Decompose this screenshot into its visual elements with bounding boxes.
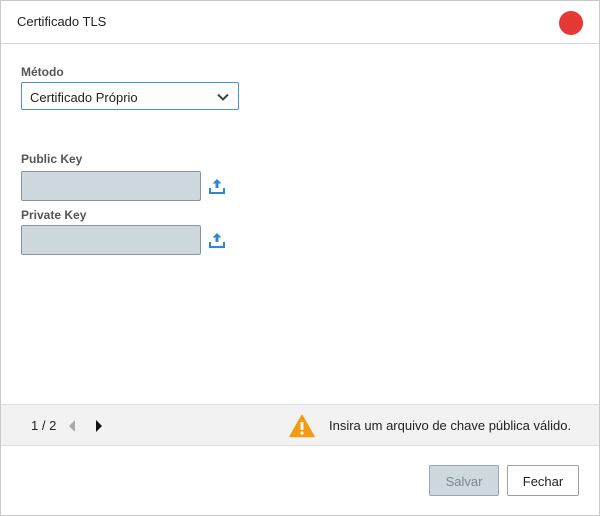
prev-page-icon[interactable] — [67, 419, 77, 433]
private-key-field[interactable] — [21, 225, 201, 255]
private-key-input[interactable] — [22, 226, 200, 254]
warning-icon — [289, 414, 315, 438]
page-indicator: 1 / 2 — [31, 418, 57, 433]
dialog-titlebar: Certificado TLS — [1, 1, 599, 44]
next-page-icon[interactable] — [94, 419, 104, 433]
private-key-label: Private Key — [21, 208, 87, 222]
public-key-field[interactable] — [21, 171, 201, 201]
close-button[interactable]: Fechar — [507, 465, 579, 496]
close-dialog-button[interactable] — [559, 11, 583, 35]
tls-certificate-dialog: Certificado TLS Método Certificado Própr… — [0, 0, 600, 516]
chevron-down-icon — [217, 93, 229, 101]
method-label: Método — [21, 65, 64, 79]
upload-private-key-icon[interactable] — [208, 231, 226, 249]
public-key-label: Public Key — [21, 152, 83, 166]
status-message: Insira um arquivo de chave pública válid… — [329, 418, 572, 433]
method-select[interactable]: Certificado Próprio — [21, 82, 239, 110]
status-bar: 1 / 2 Insira um arquivo de chave pública… — [1, 404, 599, 446]
method-select-value: Certificado Próprio — [30, 90, 138, 105]
save-button[interactable]: Salvar — [429, 465, 499, 496]
upload-public-key-icon[interactable] — [208, 177, 226, 195]
dialog-title: Certificado TLS — [17, 14, 107, 29]
public-key-input[interactable] — [22, 172, 200, 200]
